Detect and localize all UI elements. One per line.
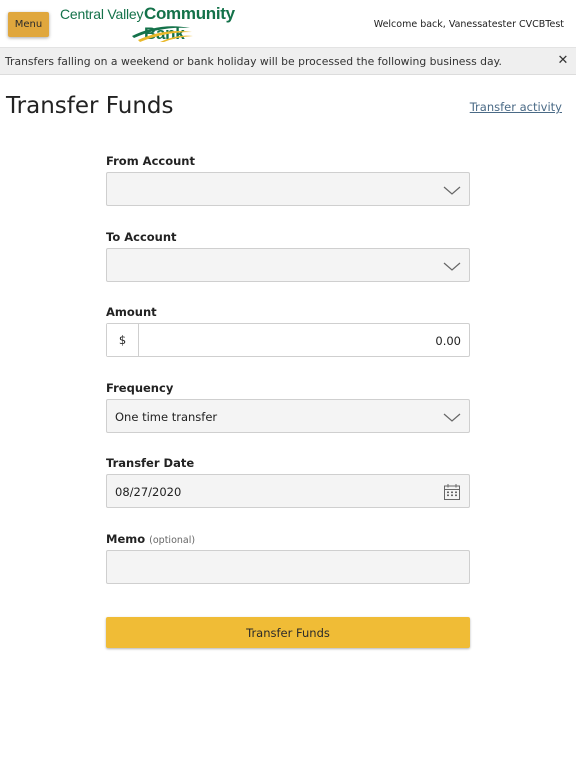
transfer-funds-button[interactable]: Transfer Funds: [106, 617, 470, 648]
page-title: Transfer Funds: [6, 93, 174, 119]
logo-text-central-valley: Central Valley: [60, 6, 144, 22]
frequency-label: Frequency: [106, 381, 174, 395]
transfer-date-label: Transfer Date: [106, 456, 195, 470]
memo-input[interactable]: [106, 550, 470, 584]
frequency-select[interactable]: One time transfer: [106, 399, 470, 433]
chevron-down-icon: [443, 413, 461, 422]
transfer-date-input[interactable]: 08/27/2020: [106, 474, 470, 508]
transfer-date-value: 08/27/2020: [115, 485, 182, 499]
calendar-icon[interactable]: [443, 483, 461, 501]
top-header: Menu Central Valley Community Bank Welco…: [0, 0, 576, 48]
from-account-select[interactable]: [106, 172, 470, 206]
close-icon[interactable]: ✕: [556, 54, 570, 68]
memo-optional-hint: (optional): [149, 535, 196, 546]
bank-logo[interactable]: Central Valley Community Bank: [60, 4, 270, 44]
banner-message: Transfers falling on a weekend or bank h…: [5, 55, 502, 68]
amount-input[interactable]: $ 0.00: [106, 323, 470, 357]
from-account-label: From Account: [106, 154, 195, 168]
currency-prefix: $: [107, 324, 139, 356]
logo-swoosh-icon: [132, 26, 193, 42]
to-account-select[interactable]: [106, 248, 470, 282]
frequency-value: One time transfer: [115, 410, 218, 424]
amount-label: Amount: [106, 305, 157, 319]
notice-banner: Transfers falling on a weekend or bank h…: [0, 48, 576, 75]
chevron-down-icon: [443, 186, 461, 195]
welcome-message: Welcome back, Vanessatester CVCBTest: [373, 19, 564, 30]
menu-button[interactable]: Menu: [8, 12, 49, 37]
memo-label: Memo (optional): [106, 532, 195, 546]
memo-label-text: Memo: [106, 532, 146, 546]
amount-value: 0.00: [435, 334, 461, 348]
transfer-activity-link[interactable]: Transfer activity: [470, 100, 562, 114]
chevron-down-icon: [443, 262, 461, 271]
to-account-label: To Account: [106, 230, 177, 244]
